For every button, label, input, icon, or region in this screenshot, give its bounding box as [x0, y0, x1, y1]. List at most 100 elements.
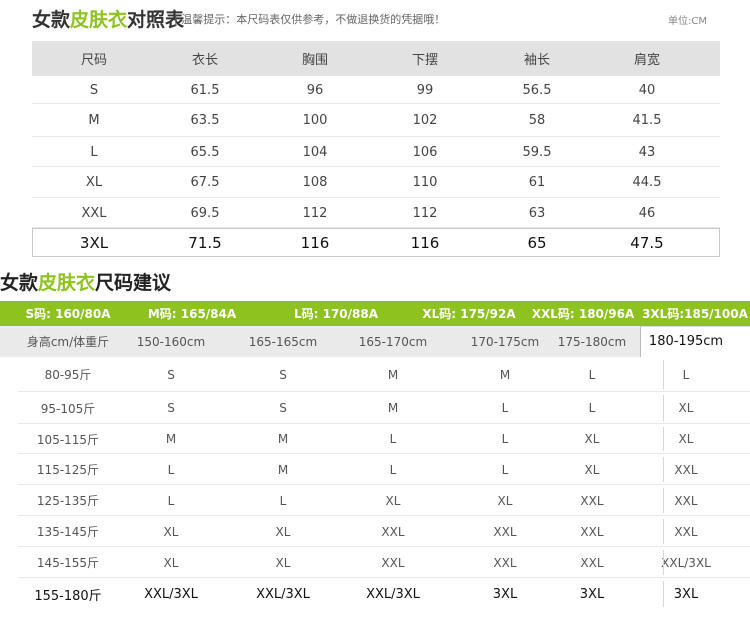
weight-range-label: 135-145斤 — [36, 525, 100, 539]
suggested-size-cell: XXL/3XL — [144, 586, 198, 602]
measurement-cell: 104 — [302, 144, 328, 160]
table-row: 145-155斤 XL XL XXL XXL XXL XXL/3XL — [0, 547, 750, 578]
suggested-size-cell: L — [389, 432, 397, 446]
height-range-header: 180-195cm — [648, 334, 724, 349]
measurement-cell: 106 — [412, 144, 438, 160]
size-label: S — [89, 82, 99, 98]
measurement-cell: 67.5 — [190, 175, 220, 190]
suggested-size-cell: M — [277, 432, 289, 446]
table-row: 155-180斤 XXL/3XL XXL/3XL XXL/3XL 3XL 3XL 3XL — [0, 578, 750, 610]
measurement-cell: 61.5 — [190, 82, 220, 98]
column-divider — [663, 457, 664, 482]
suggested-size-cell: XL — [584, 432, 600, 446]
measurement-cell: 96 — [306, 82, 324, 98]
suggested-size-cell: L — [501, 401, 509, 415]
table-row: 135-145斤 XL XL XXL XXL XXL XXL — [0, 516, 750, 547]
size-standard-label: XXL码: 180/96A — [531, 307, 635, 321]
unit-label: 单位:CM — [668, 16, 707, 27]
suggested-size-cell: XL — [497, 493, 513, 508]
suggested-size-cell: XL — [275, 524, 291, 539]
measurement-cell: 112 — [412, 205, 438, 221]
suggested-size-cell: XXL — [381, 524, 405, 539]
height-range-header: 165-170cm — [358, 334, 428, 349]
column-header: 衣长 — [191, 53, 218, 68]
weight-range-label: 155-180斤 — [34, 588, 102, 604]
suggested-size-cell: XL — [163, 555, 179, 570]
measurement-cell: 43 — [638, 144, 656, 160]
measurement-cell: 63 — [528, 205, 546, 221]
suggested-size-cell: L — [167, 493, 175, 508]
height-range-header: 165-165cm — [248, 334, 318, 349]
suggested-size-cell: XXL — [580, 555, 604, 570]
column-divider — [663, 427, 664, 451]
height-header-row: 身高cm/体重斤 150-160cm 165-165cm 165-170cm 170-1… — [0, 326, 750, 357]
suggested-size-cell: XXL/3XL — [661, 555, 711, 570]
suggested-size-cell: S — [279, 367, 287, 382]
highlighted-row-border — [32, 228, 720, 257]
measurement-cell: 102 — [412, 113, 438, 128]
measurement-cell: 69.5 — [190, 205, 220, 221]
measurement-cell: 61 — [528, 175, 546, 190]
size-chart-tip: | 温馨提示：本尺码表仅供参考，不做退换货的凭据哦！ — [174, 13, 446, 26]
weight-range-label: 95-105斤 — [40, 401, 96, 416]
suggested-size-cell: XL — [275, 555, 291, 570]
suggested-size-cell: XXL — [493, 555, 517, 570]
weight-range-label: 125-135斤 — [36, 494, 100, 508]
measurement-cell: 46 — [638, 205, 656, 221]
suggested-size-cell: XXL — [674, 462, 698, 477]
suggested-size-cell: XXL/3XL — [366, 586, 420, 602]
measurement-cell: 99 — [416, 82, 434, 98]
suggested-size-cell: XXL/3XL — [256, 586, 310, 602]
suggested-size-cell: XL — [678, 432, 694, 446]
table-row: 115-125斤 L M L L XL XXL — [0, 454, 750, 485]
column-divider — [663, 550, 664, 575]
size-standard-label: S码: 160/80A — [25, 307, 111, 321]
column-divider — [663, 488, 664, 513]
suggested-size-cell: L — [167, 462, 175, 477]
table-row: XXL 69.5 112 112 63 46 — [32, 198, 720, 228]
weight-range-label: 80-95斤 — [44, 368, 92, 382]
suggested-size-cell: L — [279, 493, 287, 508]
size-label: XL — [85, 175, 103, 190]
column-header: 袖长 — [523, 53, 550, 68]
column-divider — [663, 581, 664, 607]
suggested-size-cell: 3XL — [673, 586, 699, 602]
table-row: 80-95斤 S S M M L L — [0, 357, 750, 392]
table-row: 125-135斤 L L XL XL XXL XXL — [0, 485, 750, 516]
suggested-size-cell: XXL — [493, 524, 517, 539]
suggested-size-cell: S — [279, 401, 287, 415]
table-row: L 65.5 104 106 59.5 43 — [32, 137, 720, 167]
suggested-size-cell: M — [387, 401, 399, 415]
measurement-cell: 110 — [412, 175, 438, 190]
suggested-size-cell: XXL — [674, 524, 698, 539]
measurement-cell: 112 — [302, 205, 328, 221]
measurement-cell: 56.5 — [522, 82, 552, 98]
size-label: M — [88, 113, 100, 128]
measurement-cell: 65.5 — [190, 144, 220, 160]
size-label: L — [90, 144, 98, 160]
suggested-size-cell: L — [682, 367, 690, 382]
suggested-size-cell: S — [167, 367, 175, 382]
column-divider — [663, 395, 664, 421]
height-weight-header: 身高cm/体重斤 — [26, 335, 110, 349]
size-standard-label: M码: 165/84A — [147, 307, 237, 321]
column-header: 尺码 — [80, 53, 107, 68]
table-row: XL 67.5 108 110 61 44.5 — [32, 167, 720, 198]
table-row: 105-115斤 M M L L XL XL — [0, 424, 750, 454]
suggested-size-cell: L — [588, 401, 596, 415]
suggested-size-cell: M — [277, 462, 289, 477]
measurement-cell: 63.5 — [190, 113, 220, 128]
suggested-size-cell: XL — [678, 401, 694, 415]
suggested-size-cell: XXL — [580, 524, 604, 539]
measurement-cell: 41.5 — [632, 113, 662, 128]
weight-range-label: 115-125斤 — [36, 463, 100, 477]
measurement-cell: 44.5 — [632, 175, 662, 190]
size-chart-title: 女款皮肤衣对照表 — [32, 9, 185, 31]
suggested-size-cell: 3XL — [579, 586, 605, 602]
measurement-cell: 40 — [638, 82, 656, 98]
height-range-header: 175-180cm — [557, 334, 627, 349]
column-header: 胸围 — [301, 53, 328, 68]
suggested-size-cell: L — [501, 432, 509, 446]
size-chart-header: 尺码 衣长 胸围 下摆 袖长 肩宽 — [32, 41, 720, 76]
suggested-size-cell: XL — [385, 493, 401, 508]
